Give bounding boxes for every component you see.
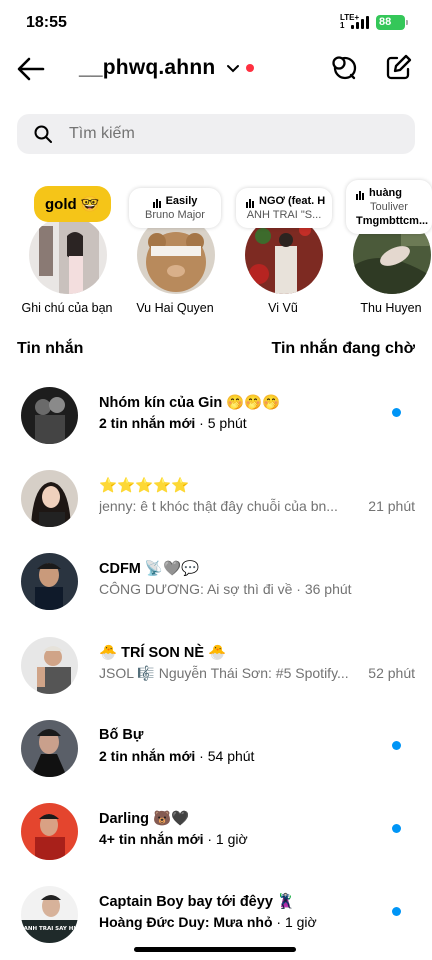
note-name: Thu Huyen (360, 301, 422, 315)
avatar (21, 720, 78, 777)
search-input[interactable]: Tìm kiếm (69, 125, 135, 143)
note-item[interactable]: huàng Touliver Tmgmbttcm... Thu Huyen (336, 180, 432, 320)
note-bubble: Easily Bruno Major (129, 188, 221, 229)
account-username[interactable]: __phwq.ahnn (79, 56, 215, 80)
search-bar[interactable]: Tìm kiếm (17, 114, 415, 154)
unread-dot (392, 408, 401, 417)
note-own[interactable]: gold 🤓 Ghi chú của bạn (12, 180, 122, 320)
conversation-row[interactable]: Darling 🐻🖤 4+ tin nhắn mới · 1 giờ (0, 800, 432, 870)
conversation-row[interactable]: 🐣 TRÍ SON NÈ 🐣 JSOL 🎼 Nguyễn Thái Sơn: #… (0, 634, 432, 704)
section-header: Tin nhắn Tin nhắn đang chờ (0, 340, 432, 360)
note-bubble: gold 🤓 (34, 186, 111, 222)
avatar: ANH TRAI SAY HI (21, 886, 78, 943)
battery-icon: 88 (376, 15, 408, 30)
signal-icon (351, 16, 369, 29)
note-item[interactable]: NGƠ (feat. H ANH TRAI "S... Vi Vũ (228, 180, 338, 320)
message-requests-link[interactable]: Tin nhắn đang chờ (271, 340, 415, 358)
conversation-title: Captain Boy bay tới đêyy 🦹 (99, 894, 295, 910)
avatar-caption: ANH TRAI SAY HI (24, 926, 76, 932)
avatar (21, 387, 78, 444)
conversation-time: 21 phút (368, 498, 415, 514)
avatar (21, 553, 78, 610)
status-bar: 18:55 LTE+ 1 88 (0, 0, 432, 44)
conversation-preview: jenny: ê t khóc thật đây chuỗi của bn... (99, 498, 338, 514)
music-bars-icon (152, 194, 162, 209)
threads-icon[interactable] (330, 54, 358, 82)
conversation-row[interactable]: Bố Bự 2 tin nhắn mới · 54 phút (0, 717, 432, 787)
note-bubble: NGƠ (feat. H ANH TRAI "S... (236, 188, 332, 229)
conversation-title: 🐣 TRÍ SON NÈ 🐣 (99, 645, 227, 661)
avatar (29, 216, 107, 294)
note-bubble: huàng Touliver Tmgmbttcm... (346, 180, 432, 235)
home-indicator (134, 947, 296, 952)
music-bars-icon (356, 186, 365, 201)
conversation-preview: Hoàng Đức Duy: Mưa nhỏ · 1 giờ (99, 914, 317, 930)
unread-dot (392, 824, 401, 833)
conversation-preview: JSOL 🎼 Nguyễn Thái Sơn: #5 Spotify... (99, 665, 349, 681)
unread-dot (392, 907, 401, 916)
avatar (21, 637, 78, 694)
conversation-preview: 2 tin nhắn mới · 54 phút (99, 748, 255, 764)
conversation-time: 52 phút (368, 665, 415, 681)
notes-row: gold 🤓 Ghi chú của bạn Easily Bruno Majo… (0, 180, 432, 320)
notification-dot (246, 64, 254, 72)
conversation-title: Darling 🐻🖤 (99, 811, 190, 827)
conversation-preview: 4+ tin nhắn mới · 1 giờ (99, 831, 248, 847)
compose-icon[interactable] (384, 54, 412, 82)
note-name: Vi Vũ (268, 301, 298, 315)
chevron-down-icon[interactable] (225, 60, 241, 76)
note-item[interactable]: Easily Bruno Major Vu Hai Quyen (120, 180, 230, 320)
back-arrow-icon[interactable] (17, 56, 45, 82)
conversation-row[interactable]: ANH TRAI SAY HI Captain Boy bay tới đêyy… (0, 883, 432, 953)
status-time: 18:55 (26, 14, 67, 31)
header: __phwq.ahnn (0, 48, 432, 90)
avatar (21, 803, 78, 860)
note-name: Ghi chú của bạn (21, 301, 113, 315)
avatar (21, 470, 78, 527)
conversation-row[interactable]: CDFM 📡🩶💬 CÔNG DƯƠNG: Ai sợ thì đi về · 3… (0, 550, 432, 620)
conversation-preview: 2 tin nhắn mới · 5 phút (99, 415, 247, 431)
unread-dot (392, 741, 401, 750)
conversation-row[interactable]: ⭐⭐⭐⭐⭐ jenny: ê t khóc thật đây chuỗi của… (0, 467, 432, 537)
conversation-title: CDFM 📡🩶💬 (99, 561, 200, 577)
music-bars-icon (246, 194, 255, 209)
conversation-title: Nhóm kín của Gin 🤭🤭🤭 (99, 395, 281, 411)
conversation-row[interactable]: Nhóm kín của Gin 🤭🤭🤭 2 tin nhắn mới · 5 … (0, 384, 432, 454)
conversation-title: ⭐⭐⭐⭐⭐ (99, 478, 190, 494)
messages-heading: Tin nhắn (17, 340, 84, 357)
search-icon (34, 125, 52, 143)
note-name: Vu Hai Quyen (136, 301, 214, 315)
conversation-preview: CÔNG DƯƠNG: Ai sợ thì đi về · 36 phút (99, 581, 352, 597)
conversation-title: Bố Bự (99, 727, 144, 743)
